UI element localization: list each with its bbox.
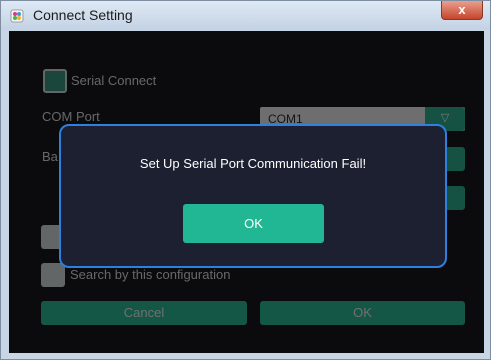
error-dialog: Set Up Serial Port Communication Fail! O… bbox=[59, 124, 447, 268]
error-message: Set Up Serial Port Communication Fail! bbox=[139, 156, 367, 171]
connect-setting-window: Connect Setting x Serial Connect COM Por… bbox=[0, 0, 491, 360]
dialog-ok-button[interactable]: OK bbox=[183, 204, 324, 243]
close-icon: x bbox=[458, 2, 466, 17]
close-button[interactable]: x bbox=[441, 1, 483, 20]
title-bar[interactable]: Connect Setting x bbox=[1, 1, 490, 30]
baud-rate-label: Ba bbox=[42, 149, 58, 164]
window-title: Connect Setting bbox=[33, 7, 133, 23]
serial-connect-checkbox[interactable] bbox=[43, 69, 67, 93]
app-logo-icon bbox=[10, 9, 24, 23]
search-config-label: Search by this configuration bbox=[70, 267, 231, 282]
search-config-checkbox[interactable] bbox=[41, 263, 65, 287]
serial-connect-label: Serial Connect bbox=[71, 73, 157, 88]
ok-button[interactable]: OK bbox=[260, 301, 465, 325]
cancel-button[interactable]: Cancel bbox=[41, 301, 247, 325]
com-port-label: COM Port bbox=[42, 109, 100, 124]
